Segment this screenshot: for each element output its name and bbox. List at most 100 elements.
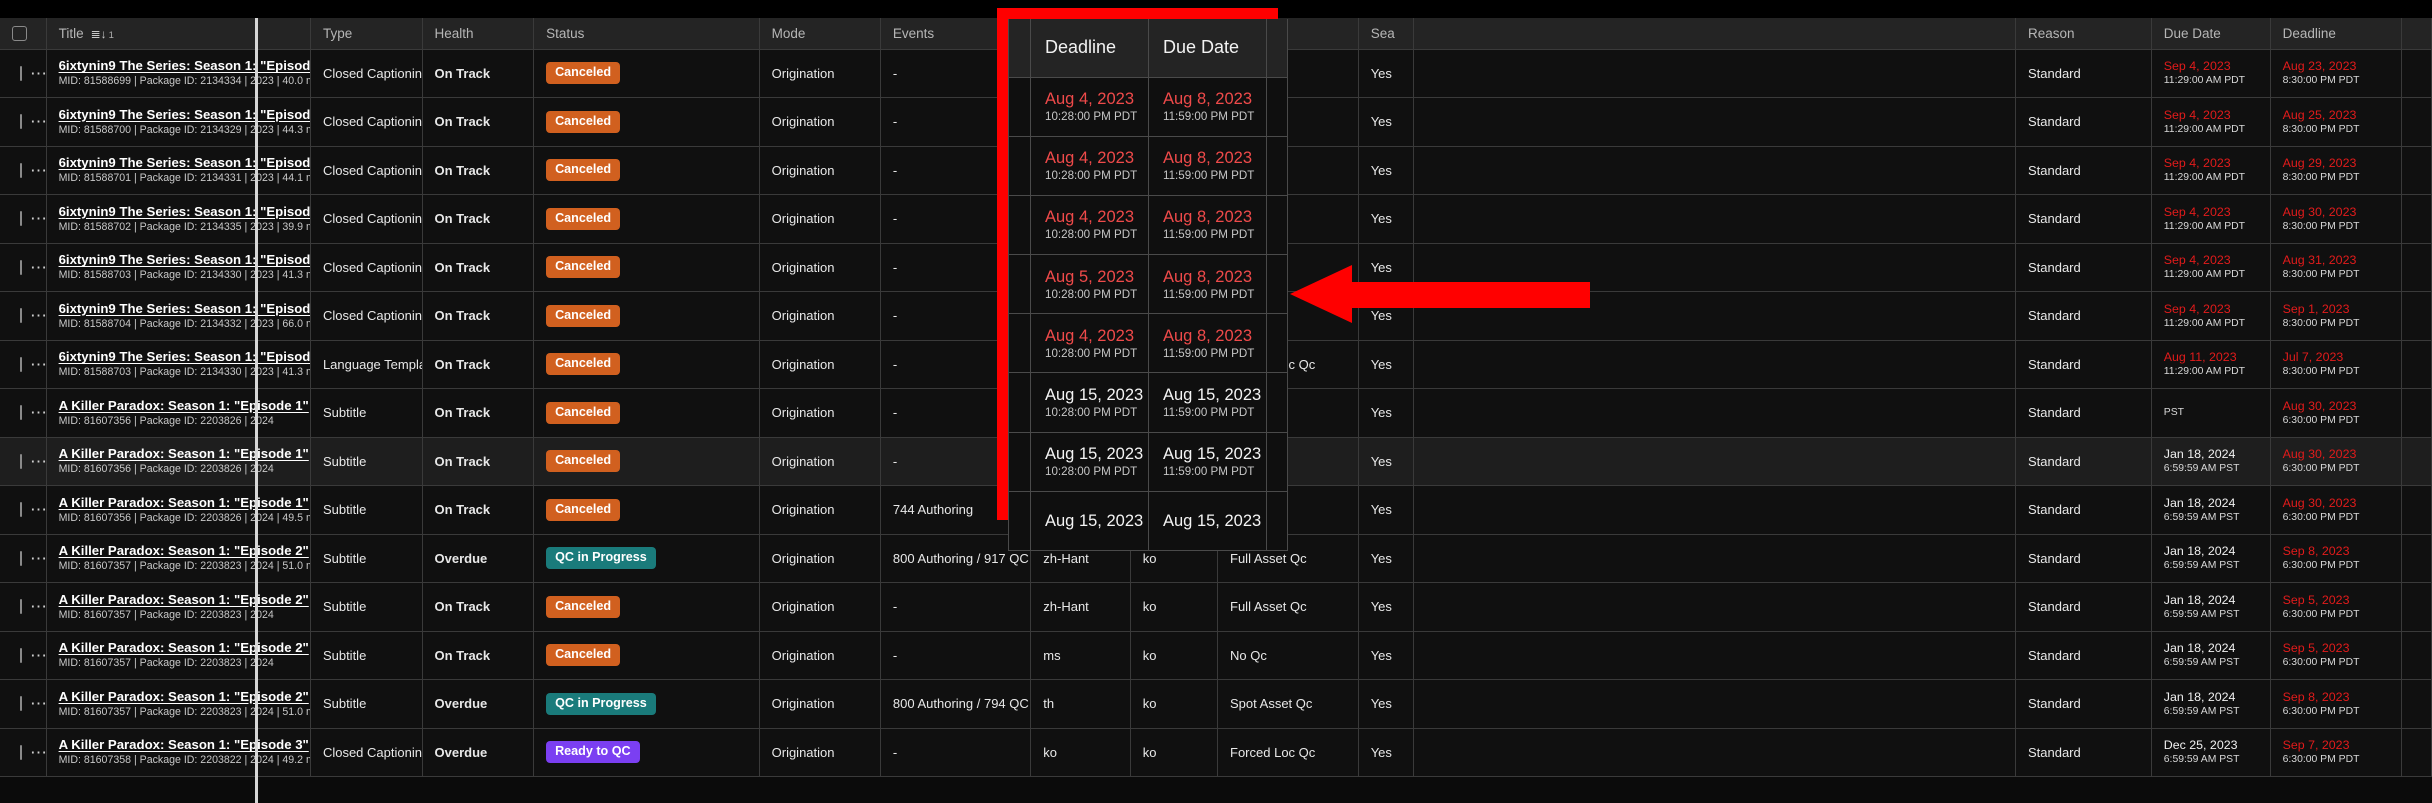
- status-badge[interactable]: Canceled: [546, 498, 621, 521]
- status-badge[interactable]: QC in Progress: [546, 547, 656, 570]
- sort-ascending-icon[interactable]: ≣↓: [91, 27, 107, 41]
- row-checkbox[interactable]: [20, 647, 22, 663]
- status-badge[interactable]: Canceled: [546, 207, 621, 230]
- row-select-cell[interactable]: ⋯: [0, 582, 47, 632]
- title-cell[interactable]: 6ixtynin9 The Series: Season 1: "Episode…: [46, 242, 311, 292]
- title-cell[interactable]: A Killer Paradox: Season 1: "Episode 2" …: [46, 679, 311, 729]
- row-actions-icon[interactable]: ⋯: [30, 695, 45, 712]
- title-cell[interactable]: A Killer Paradox: Season 1: "Episode 1" …: [46, 485, 311, 535]
- title-cell[interactable]: A Killer Paradox: Season 1: "Episode 1" …: [46, 388, 311, 438]
- row-actions-icon[interactable]: ⋯: [30, 647, 45, 664]
- title-link[interactable]: 6ixtynin9 The Series: Season 1: "Episode…: [59, 58, 310, 74]
- title-cell[interactable]: A Killer Paradox: Season 1: "Episode 1" …: [46, 436, 311, 486]
- title-link[interactable]: A Killer Paradox: Season 1: "Episode 2": [59, 640, 309, 656]
- row-checkbox[interactable]: [20, 356, 22, 372]
- row-select-cell[interactable]: ⋯: [0, 388, 47, 438]
- row-checkbox[interactable]: [20, 599, 22, 615]
- status-badge[interactable]: Canceled: [546, 159, 621, 182]
- row-select-cell[interactable]: ⋯: [0, 485, 47, 535]
- row-actions-icon[interactable]: ⋯: [30, 113, 45, 130]
- title-link[interactable]: 6ixtynin9 The Series: Season 1: "Episode…: [59, 252, 310, 268]
- row-select-cell[interactable]: ⋯: [0, 679, 47, 729]
- row-checkbox[interactable]: [20, 114, 22, 130]
- column-header-health[interactable]: Health: [422, 18, 535, 50]
- row-checkbox[interactable]: [20, 744, 22, 760]
- select-all-checkbox[interactable]: [12, 26, 27, 42]
- title-cell[interactable]: 6ixtynin9 The Series: Season 1: "Episode…: [46, 97, 311, 147]
- row-actions-icon[interactable]: ⋯: [30, 259, 45, 276]
- row-actions-icon[interactable]: ⋯: [30, 162, 45, 179]
- row-checkbox[interactable]: [20, 65, 22, 81]
- title-cell[interactable]: A Killer Paradox: Season 1: "Episode 3" …: [46, 727, 311, 777]
- status-badge[interactable]: Canceled: [546, 595, 621, 618]
- column-header-deadline[interactable]: Deadline: [2270, 18, 2402, 50]
- row-checkbox[interactable]: [20, 696, 22, 712]
- row-checkbox[interactable]: [20, 211, 22, 227]
- row-select-cell[interactable]: ⋯: [0, 533, 47, 583]
- row-select-cell[interactable]: ⋯: [0, 727, 47, 777]
- status-badge[interactable]: Canceled: [546, 644, 621, 667]
- row-actions-icon[interactable]: ⋯: [30, 356, 45, 373]
- title-link[interactable]: 6ixtynin9 The Series: Season 1: "Episode…: [59, 204, 310, 220]
- status-badge[interactable]: Canceled: [546, 353, 621, 376]
- title-cell[interactable]: 6ixtynin9 The Series: Season 1: "Episode…: [46, 145, 311, 195]
- row-actions-icon[interactable]: ⋯: [30, 453, 45, 470]
- title-link[interactable]: A Killer Paradox: Season 1: "Episode 1": [59, 495, 309, 511]
- row-select-cell[interactable]: ⋯: [0, 630, 47, 680]
- status-badge[interactable]: Canceled: [546, 304, 621, 327]
- title-cell[interactable]: A Killer Paradox: Season 1: "Episode 2" …: [46, 533, 311, 583]
- column-header-title[interactable]: Title ≣↓ 1: [46, 18, 311, 50]
- title-link[interactable]: 6ixtynin9 The Series: Season 1: "Episode…: [59, 155, 310, 171]
- row-actions-icon[interactable]: ⋯: [30, 65, 45, 82]
- title-link[interactable]: A Killer Paradox: Season 1: "Episode 2": [59, 592, 309, 608]
- row-select-cell[interactable]: ⋯: [0, 48, 47, 98]
- column-header-reason[interactable]: Reason: [2015, 18, 2152, 50]
- status-badge[interactable]: Canceled: [546, 450, 621, 473]
- row-select-cell[interactable]: ⋯: [0, 436, 47, 486]
- title-cell[interactable]: A Killer Paradox: Season 1: "Episode 2" …: [46, 630, 311, 680]
- row-checkbox[interactable]: [20, 550, 22, 566]
- row-checkbox[interactable]: [20, 405, 22, 421]
- select-all-header[interactable]: [0, 18, 47, 50]
- status-badge[interactable]: Canceled: [546, 110, 621, 133]
- row-checkbox[interactable]: [20, 453, 22, 469]
- status-badge[interactable]: Canceled: [546, 62, 621, 85]
- title-link[interactable]: A Killer Paradox: Season 1: "Episode 2": [59, 543, 309, 559]
- row-select-cell[interactable]: ⋯: [0, 145, 47, 195]
- title-link[interactable]: A Killer Paradox: Season 1: "Episode 3": [59, 737, 309, 753]
- row-select-cell[interactable]: ⋯: [0, 242, 47, 292]
- table-row[interactable]: ⋯ A Killer Paradox: Season 1: "Episode 2…: [0, 679, 2432, 729]
- title-cell[interactable]: 6ixtynin9 The Series: Season 1: "Episode…: [46, 339, 311, 389]
- title-link[interactable]: A Killer Paradox: Season 1: "Episode 1": [59, 398, 309, 414]
- row-checkbox[interactable]: [20, 259, 22, 275]
- status-badge[interactable]: QC in Progress: [546, 692, 656, 715]
- column-header-sea[interactable]: Sea: [1358, 18, 1415, 50]
- row-select-cell[interactable]: ⋯: [0, 339, 47, 389]
- table-row[interactable]: ⋯ A Killer Paradox: Season 1: "Episode 2…: [0, 582, 2432, 632]
- row-actions-icon[interactable]: ⋯: [30, 210, 45, 227]
- column-header-due-date[interactable]: Due Date: [2151, 18, 2271, 50]
- title-cell[interactable]: 6ixtynin9 The Series: Season 1: "Episode…: [46, 291, 311, 341]
- row-actions-icon[interactable]: ⋯: [30, 501, 45, 518]
- title-link[interactable]: A Killer Paradox: Season 1: "Episode 2": [59, 689, 309, 705]
- status-badge[interactable]: Canceled: [546, 256, 621, 279]
- row-checkbox[interactable]: [20, 502, 22, 518]
- title-cell[interactable]: 6ixtynin9 The Series: Season 1: "Episode…: [46, 48, 311, 98]
- column-header-type[interactable]: Type: [310, 18, 423, 50]
- column-header-mode[interactable]: Mode: [759, 18, 881, 50]
- status-badge[interactable]: Ready to QC: [546, 741, 640, 764]
- row-select-cell[interactable]: ⋯: [0, 194, 47, 244]
- row-actions-icon[interactable]: ⋯: [30, 598, 45, 615]
- row-actions-icon[interactable]: ⋯: [30, 307, 45, 324]
- row-checkbox[interactable]: [20, 162, 22, 178]
- title-link[interactable]: 6ixtynin9 The Series: Season 1: "Episode…: [59, 107, 310, 123]
- table-row[interactable]: ⋯ A Killer Paradox: Season 1: "Episode 2…: [0, 630, 2432, 680]
- row-actions-icon[interactable]: ⋯: [30, 744, 45, 761]
- title-link[interactable]: 6ixtynin9 The Series: Season 1: "Episode…: [59, 349, 310, 365]
- column-header-status[interactable]: Status: [533, 18, 760, 50]
- row-select-cell[interactable]: ⋯: [0, 97, 47, 147]
- status-badge[interactable]: Canceled: [546, 401, 621, 424]
- row-select-cell[interactable]: ⋯: [0, 291, 47, 341]
- callout-column-header-deadline[interactable]: Deadline: [1030, 19, 1149, 78]
- row-actions-icon[interactable]: ⋯: [30, 404, 45, 421]
